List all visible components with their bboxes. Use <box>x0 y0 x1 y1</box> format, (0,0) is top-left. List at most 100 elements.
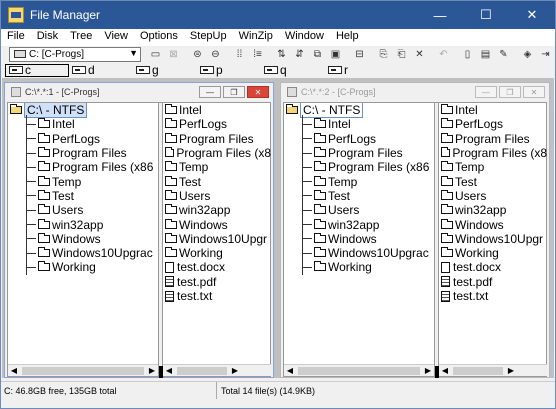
props-icon[interactable]: ▤ <box>477 47 494 62</box>
drive-g[interactable]: g <box>133 63 197 77</box>
tree-item[interactable]: win32app <box>284 217 434 232</box>
disconnect-icon[interactable]: ⊠ <box>165 47 182 62</box>
child-restore-button[interactable]: ❐ <box>499 86 521 98</box>
tree-root[interactable]: C:\ - NTFS <box>284 103 434 119</box>
list-item[interactable]: test.pdf <box>439 275 547 289</box>
menu-window[interactable]: Window <box>279 29 330 46</box>
view2-icon[interactable]: ⁞≡ <box>249 47 266 62</box>
sort2-icon[interactable]: ⇵ <box>291 47 308 62</box>
list-item[interactable]: Users <box>163 189 271 203</box>
copy2-icon[interactable]: ⎘ <box>375 47 392 62</box>
list-item[interactable]: Program Files <box>163 132 271 146</box>
menu-disk[interactable]: Disk <box>31 29 64 46</box>
menu-tree[interactable]: Tree <box>64 29 98 46</box>
menu-file[interactable]: File <box>1 29 31 46</box>
list-item[interactable]: Intel <box>163 103 271 117</box>
drive-p[interactable]: p <box>197 63 261 77</box>
tree-hscrollbar[interactable]: ◀ ▶ <box>284 364 434 376</box>
child-window-2[interactable]: C:\*.*:2 - [C-Progs] — ❐ ✕ C:\ - NTFS In… <box>280 82 550 378</box>
menu-winzip[interactable]: WinZip <box>233 29 279 46</box>
tree-item[interactable]: Test <box>8 189 158 203</box>
list-item[interactable]: Working <box>439 246 547 260</box>
paste-icon[interactable]: ⎗ <box>393 47 410 62</box>
list-item[interactable]: Test <box>163 174 271 189</box>
child-window-1[interactable]: C:\*.*:1 - [C-Progs] — ❐ ✕ C:\ - NTFS In… <box>4 82 274 378</box>
tree-hscrollbar[interactable]: ◀ ▶ <box>8 364 158 376</box>
scroll-right-icon[interactable]: ▶ <box>229 366 241 375</box>
list-item[interactable]: test.docx <box>439 260 547 274</box>
menu-help[interactable]: Help <box>330 29 365 46</box>
move-icon[interactable]: ▣ <box>327 47 344 62</box>
tree-root[interactable]: C:\ - NTFS <box>8 103 158 119</box>
tree-item[interactable]: Windows <box>8 232 158 246</box>
scroll-thumb[interactable] <box>453 366 503 375</box>
list-item[interactable]: test.docx <box>163 260 271 274</box>
child-restore-button[interactable]: ❐ <box>223 86 245 98</box>
chevron-down-icon[interactable]: ▼ <box>129 48 138 58</box>
unshare-icon[interactable]: ⊖ <box>207 47 224 62</box>
child-title-bar[interactable]: C:\*.*:1 - [C-Progs] — ❐ ✕ <box>5 83 273 101</box>
title-bar[interactable]: File Manager — ☐ ✕ <box>1 1 555 29</box>
scroll-left-icon[interactable]: ◀ <box>8 366 20 375</box>
menu-options[interactable]: Options <box>134 29 184 46</box>
list-hscrollbar[interactable]: ◀ ▶ <box>163 364 271 376</box>
tree-item[interactable]: Working <box>284 260 434 274</box>
list-item[interactable]: PerfLogs <box>439 117 547 131</box>
tree-item[interactable]: Test <box>284 189 434 203</box>
menu-stepup[interactable]: StepUp <box>184 29 233 46</box>
new-window-icon[interactable]: ⊟ <box>351 47 368 62</box>
tree-item[interactable]: Windows10Upgrac <box>8 246 158 260</box>
list-item[interactable]: Users <box>439 189 547 203</box>
close-button[interactable]: ✕ <box>509 1 555 29</box>
delete-icon[interactable]: ✕ <box>411 47 428 62</box>
tree-item[interactable]: Intel <box>284 117 434 131</box>
exit-icon[interactable]: ⇥ <box>537 47 554 62</box>
list-item[interactable]: Windows <box>439 217 547 232</box>
tree-item[interactable]: PerfLogs <box>8 132 158 146</box>
run-icon[interactable]: ◈ <box>519 47 536 62</box>
tree-item[interactable]: Program Files <box>284 146 434 160</box>
tree-item[interactable]: PerfLogs <box>284 132 434 146</box>
tree-item[interactable]: Temp <box>284 174 434 189</box>
list-item[interactable]: Windows <box>163 217 271 232</box>
list-item[interactable]: test.pdf <box>163 275 271 289</box>
list-item[interactable]: Program Files (x8 <box>163 146 271 160</box>
tree-item[interactable]: Users <box>284 203 434 217</box>
tree-item[interactable]: Program Files (x86 <box>284 160 434 174</box>
scroll-right-icon[interactable]: ▶ <box>146 366 158 375</box>
list-item[interactable]: Temp <box>439 160 547 174</box>
minimize-button[interactable]: — <box>417 1 463 29</box>
child-title-bar[interactable]: C:\*.*:2 - [C-Progs] — ❐ ✕ <box>281 83 549 101</box>
scroll-left-icon[interactable]: ◀ <box>163 366 175 375</box>
tree-item[interactable]: Intel <box>8 117 158 131</box>
undo-icon[interactable]: ↶ <box>435 47 452 62</box>
tree-item[interactable]: Working <box>8 260 158 274</box>
list-item[interactable]: win32app <box>163 203 271 217</box>
list-item[interactable]: Test <box>439 174 547 189</box>
scroll-thumb[interactable] <box>298 366 420 375</box>
list-item[interactable]: PerfLogs <box>163 117 271 131</box>
tree-item[interactable]: win32app <box>8 217 158 232</box>
tree-item[interactable]: Windows <box>284 232 434 246</box>
tree-item[interactable]: Program Files (x86 <box>8 160 158 174</box>
list-item[interactable]: test.txt <box>439 289 547 303</box>
drive-r[interactable]: r <box>325 63 389 77</box>
child-close-button[interactable]: ✕ <box>523 86 545 98</box>
list-item[interactable]: Program Files (x8 <box>439 146 547 160</box>
drive-d[interactable]: d <box>69 63 133 77</box>
list-item[interactable]: Working <box>163 246 271 260</box>
list-item[interactable]: Windows10Upgr <box>439 232 547 246</box>
sort-icon[interactable]: ⇅ <box>273 47 290 62</box>
edit-icon[interactable]: ✎ <box>495 47 512 62</box>
list-item[interactable]: win32app <box>439 203 547 217</box>
tree-item[interactable]: Windows10Upgrac <box>284 246 434 260</box>
list-item[interactable]: Program Files <box>439 132 547 146</box>
scroll-thumb[interactable] <box>177 366 227 375</box>
list-item[interactable]: Intel <box>439 103 547 117</box>
drive-select[interactable]: C: [C-Progs] ▼ <box>9 46 141 62</box>
scroll-thumb[interactable] <box>22 366 144 375</box>
share-icon[interactable]: ⊜ <box>189 47 206 62</box>
list-item[interactable]: Temp <box>163 160 271 174</box>
maximize-button[interactable]: ☐ <box>463 1 509 29</box>
list-item[interactable]: test.txt <box>163 289 271 303</box>
